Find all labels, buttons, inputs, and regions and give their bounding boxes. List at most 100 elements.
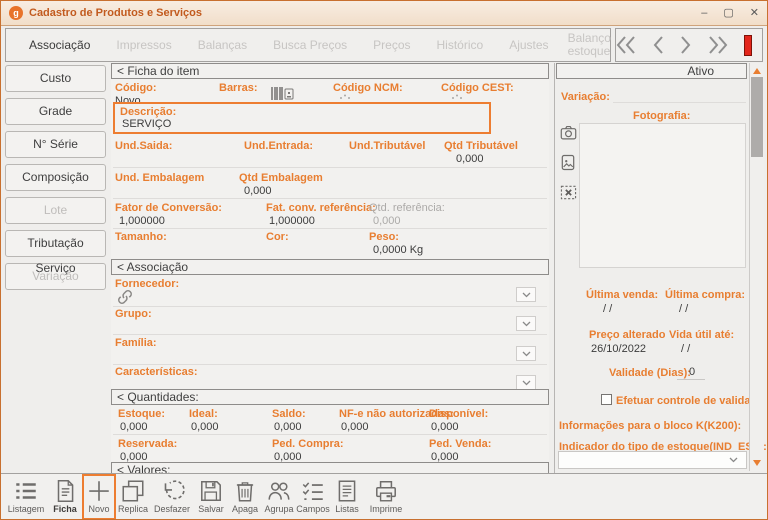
section-quantidades[interactable]: < Quantidades: bbox=[111, 389, 549, 405]
photo-area[interactable] bbox=[579, 123, 746, 268]
und-entrada-label: Und.Entrada: bbox=[244, 140, 314, 152]
divider bbox=[113, 306, 547, 307]
qtd-referencia-label: Qtd. referência: bbox=[369, 202, 445, 214]
tab-bar: Associação Impressos Balanças Busca Preç… bbox=[5, 28, 763, 62]
checklist-icon bbox=[300, 478, 326, 504]
camera-icon[interactable] bbox=[559, 123, 577, 141]
vertical-scrollbar[interactable] bbox=[749, 63, 764, 471]
link-icon[interactable] bbox=[117, 289, 133, 305]
tab-precos[interactable]: Preços bbox=[360, 38, 423, 52]
validade-field-underline bbox=[677, 379, 705, 380]
tab-historico[interactable]: Histórico bbox=[424, 38, 497, 52]
sidebar-item-grade[interactable]: Grade bbox=[5, 98, 106, 125]
sidebar: Custo Grade N° Série Composição Lote Tri… bbox=[5, 65, 106, 296]
desfazer-button[interactable]: Desfazer bbox=[150, 474, 194, 519]
imprime-button[interactable]: Imprime bbox=[364, 474, 408, 519]
sidebar-item-composicao[interactable]: Composição bbox=[5, 164, 106, 191]
sidebar-item-n-serie[interactable]: N° Série bbox=[5, 131, 106, 158]
estoque-value[interactable]: 0,000 bbox=[120, 421, 148, 433]
sidebar-item-tributacao-servico[interactable]: Tributação Serviço bbox=[5, 230, 106, 275]
vida-util-label: Vida útil até: bbox=[669, 329, 735, 341]
remove-image-icon[interactable] bbox=[559, 183, 577, 201]
agrupa-button[interactable]: Agrupa bbox=[262, 474, 296, 519]
section-ficha-do-item[interactable]: < Ficha do item bbox=[111, 63, 549, 79]
prev-record-icon[interactable] bbox=[652, 34, 664, 56]
tab-balancas[interactable]: Balanças bbox=[185, 38, 260, 52]
descricao-value[interactable]: SERVIÇO bbox=[122, 118, 171, 130]
record-nav bbox=[615, 28, 763, 62]
ultima-compra-label: Última compra: bbox=[665, 289, 746, 301]
salvar-button[interactable]: Salvar bbox=[194, 474, 228, 519]
sidebar-item-variacao: Variação bbox=[5, 263, 106, 290]
saldo-value[interactable]: 0,000 bbox=[274, 421, 302, 433]
barras-label: Barras: bbox=[219, 82, 258, 94]
qtd-embalagem-label: Qtd Embalagem bbox=[239, 172, 323, 184]
listagem-button[interactable]: Listagem bbox=[4, 474, 48, 519]
descricao-label: Descrição: bbox=[120, 106, 177, 118]
qtd-tributavel-value[interactable]: 0,000 bbox=[456, 153, 484, 165]
ideal-value[interactable]: 0,000 bbox=[191, 421, 219, 433]
controle-validade-checkbox[interactable] bbox=[601, 394, 612, 405]
controle-validade-label[interactable]: Efetuar controle de validade bbox=[616, 395, 763, 407]
disponivel-value[interactable]: 0,000 bbox=[431, 421, 459, 433]
qtd-embalagem-value[interactable]: 0,000 bbox=[244, 185, 272, 197]
maximize-icon[interactable]: ▢ bbox=[723, 7, 733, 19]
tab-associacao[interactable]: Associação bbox=[16, 38, 103, 52]
ultima-compra-value: / / bbox=[679, 303, 689, 315]
toolbar: Listagem Ficha Novo Replica Desfazer Sal… bbox=[1, 473, 767, 519]
novo-button[interactable]: Novo bbox=[82, 474, 116, 519]
tab-balanco-estoque[interactable]: Balanço estoque bbox=[562, 32, 617, 58]
und-saida-label: Und.Saida: bbox=[115, 140, 173, 152]
divider bbox=[113, 228, 547, 229]
scroll-up-icon[interactable] bbox=[753, 68, 761, 74]
tab-impressos[interactable]: Impressos bbox=[103, 38, 184, 52]
vida-util-value[interactable]: / / bbox=[681, 343, 690, 355]
replica-button[interactable]: Replica bbox=[116, 474, 150, 519]
minimize-icon[interactable]: – bbox=[701, 7, 707, 19]
sidebar-item-custo[interactable]: Custo bbox=[5, 65, 106, 92]
sidebar-item-lote: Lote bbox=[5, 197, 106, 224]
fator-conversao-value[interactable]: 1,000000 bbox=[119, 215, 165, 227]
listas-button[interactable]: Listas bbox=[330, 474, 364, 519]
und-embalagem-label: Und. Embalagem bbox=[115, 172, 205, 184]
ind-est-select[interactable] bbox=[558, 451, 747, 469]
first-record-icon[interactable] bbox=[616, 34, 636, 56]
scrollbar-thumb[interactable] bbox=[751, 77, 763, 157]
variacao-field-underline[interactable] bbox=[613, 102, 746, 103]
close-icon[interactable]: ✕ bbox=[750, 7, 759, 19]
ultima-venda-label: Última venda: bbox=[586, 289, 659, 301]
tab-ajustes[interactable]: Ajustes bbox=[496, 38, 561, 52]
fornecedor-dropdown[interactable] bbox=[516, 287, 536, 302]
ficha-button[interactable]: Ficha bbox=[48, 474, 82, 519]
fat-conv-referencia-value[interactable]: 1,000000 bbox=[269, 215, 315, 227]
last-record-icon[interactable] bbox=[708, 34, 728, 56]
barcode-icon[interactable] bbox=[271, 86, 295, 102]
trash-icon bbox=[232, 478, 258, 504]
ped-compra-label: Ped. Compra: bbox=[272, 438, 344, 450]
peso-value[interactable]: 0,0000 Kg bbox=[373, 244, 423, 256]
grupo-dropdown[interactable] bbox=[516, 316, 536, 331]
section-associacao[interactable]: < Associação bbox=[111, 259, 549, 275]
codigo-ncm-label: Código NCM: bbox=[333, 82, 403, 94]
preco-alterado-label: Preço alterado bbox=[589, 329, 666, 341]
undo-icon bbox=[159, 478, 185, 504]
record-status-indicator bbox=[744, 34, 752, 56]
nfe-nao-autorizadas-value[interactable]: 0,000 bbox=[341, 421, 369, 433]
section-valores[interactable]: < Valores: bbox=[111, 462, 549, 473]
variacao-label: Variação: bbox=[561, 91, 610, 103]
caracteristicas-dropdown[interactable] bbox=[516, 375, 536, 390]
app-logo-icon: g bbox=[9, 6, 23, 20]
divider bbox=[113, 364, 547, 365]
familia-dropdown[interactable] bbox=[516, 346, 536, 361]
title-bar: g Cadastro de Produtos e Serviços – ▢ ✕ bbox=[1, 1, 767, 26]
apaga-button[interactable]: Apaga bbox=[228, 474, 262, 519]
next-record-icon[interactable] bbox=[680, 34, 692, 56]
scroll-down-icon[interactable] bbox=[753, 460, 761, 466]
bloco-k-label: Informações para o bloco K(K200): bbox=[559, 420, 742, 432]
image-file-icon[interactable] bbox=[559, 153, 577, 171]
disponivel-label: Disponível: bbox=[429, 408, 489, 420]
group-icon bbox=[266, 478, 292, 504]
campos-button[interactable]: Campos bbox=[296, 474, 330, 519]
validade-dias-value[interactable]: 0 bbox=[689, 366, 695, 378]
tab-busca-precos[interactable]: Busca Preços bbox=[260, 38, 360, 52]
